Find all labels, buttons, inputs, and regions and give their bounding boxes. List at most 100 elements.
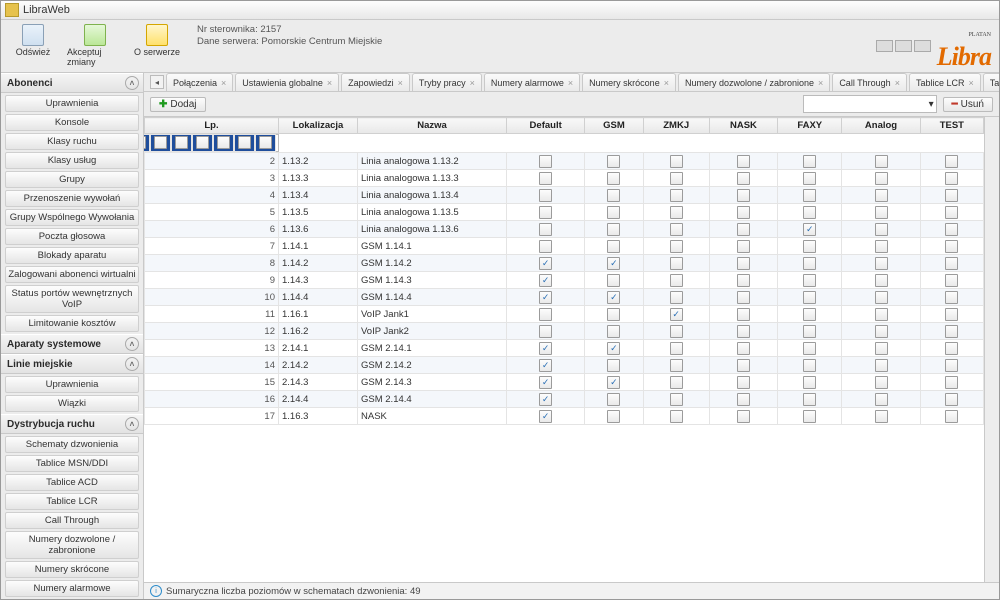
checkbox[interactable] (875, 274, 888, 287)
checkbox[interactable] (875, 189, 888, 202)
checkbox[interactable] (670, 189, 683, 202)
add-button[interactable]: ✚Dodaj (150, 97, 206, 112)
checkbox[interactable] (737, 206, 750, 219)
checkbox[interactable] (217, 136, 230, 149)
sidebar-item[interactable]: Numery skrócone (5, 561, 139, 578)
checkbox[interactable] (875, 223, 888, 236)
checkbox[interactable] (670, 291, 683, 304)
sidebar-item[interactable]: Numery alarmowe (5, 580, 139, 597)
table-row[interactable]: 81.14.2GSM 1.14.2 (145, 255, 984, 272)
checkbox[interactable] (539, 189, 552, 202)
checkbox[interactable] (607, 359, 620, 372)
toolbar-accept-button[interactable]: Akceptuj zmiany (67, 22, 123, 69)
sidebar-item[interactable]: Blokady aparatu (5, 247, 139, 264)
flag-pl-icon[interactable] (876, 40, 893, 52)
checkbox[interactable] (607, 393, 620, 406)
table-row[interactable]: 21.13.2Linia analogowa 1.13.2 (145, 153, 984, 170)
checkbox[interactable] (875, 206, 888, 219)
tab[interactable]: Numery skrócone× (582, 73, 676, 91)
checkbox[interactable] (539, 172, 552, 185)
checkbox[interactable] (803, 359, 816, 372)
checkbox[interactable] (539, 274, 552, 287)
col-header[interactable]: GSM (585, 118, 643, 134)
checkbox[interactable] (803, 393, 816, 406)
checkbox[interactable] (607, 342, 620, 355)
tab-scroll-left-icon[interactable]: ◂ (150, 75, 164, 89)
sidebar-section-header[interactable]: Linie miejskie˄ (1, 354, 143, 374)
table-row[interactable]: 11.13.1Linia analogowa 1.13.1 (145, 134, 279, 152)
checkbox[interactable] (144, 136, 146, 149)
checkbox[interactable] (945, 291, 958, 304)
sidebar-item[interactable]: Uprawnienia (5, 95, 139, 112)
table-row[interactable]: 132.14.1GSM 2.14.1 (145, 340, 984, 357)
checkbox[interactable] (945, 359, 958, 372)
checkbox[interactable] (607, 410, 620, 423)
table-row[interactable]: 142.14.2GSM 2.14.2 (145, 357, 984, 374)
sidebar-item[interactable]: Klasy usług (5, 152, 139, 169)
checkbox[interactable] (875, 257, 888, 270)
close-icon[interactable]: × (221, 78, 226, 88)
close-icon[interactable]: × (568, 78, 573, 88)
checkbox[interactable] (803, 376, 816, 389)
checkbox[interactable] (737, 240, 750, 253)
checkbox[interactable] (875, 376, 888, 389)
checkbox[interactable] (875, 308, 888, 321)
checkbox[interactable] (607, 257, 620, 270)
checkbox[interactable] (539, 393, 552, 406)
checkbox[interactable] (670, 308, 683, 321)
checkbox[interactable] (154, 136, 167, 149)
checkbox[interactable] (803, 172, 816, 185)
table-row[interactable]: 101.14.4GSM 1.14.4 (145, 289, 984, 306)
checkbox[interactable] (737, 342, 750, 355)
checkbox[interactable] (737, 291, 750, 304)
tab[interactable]: Zapowiedzi× (341, 73, 410, 91)
checkbox[interactable] (737, 155, 750, 168)
checkbox[interactable] (737, 189, 750, 202)
table-row[interactable]: 162.14.4GSM 2.14.4 (145, 391, 984, 408)
checkbox[interactable] (803, 291, 816, 304)
checkbox[interactable] (945, 325, 958, 338)
checkbox[interactable] (539, 223, 552, 236)
table-row[interactable]: 121.16.2VoIP Jank2 (145, 323, 984, 340)
checkbox[interactable] (607, 206, 620, 219)
checkbox[interactable] (539, 325, 552, 338)
checkbox[interactable] (607, 376, 620, 389)
checkbox[interactable] (670, 342, 683, 355)
col-header[interactable]: Nazwa (358, 118, 507, 134)
checkbox[interactable] (945, 308, 958, 321)
checkbox[interactable] (875, 325, 888, 338)
checkbox[interactable] (875, 359, 888, 372)
close-icon[interactable]: × (968, 78, 973, 88)
table-row[interactable]: 152.14.3GSM 2.14.3 (145, 374, 984, 391)
checkbox[interactable] (737, 274, 750, 287)
col-header[interactable]: ZMKJ (643, 118, 709, 134)
checkbox[interactable] (803, 240, 816, 253)
checkbox[interactable] (945, 410, 958, 423)
sidebar-item[interactable]: Tablice MSN/DDI (5, 455, 139, 472)
tab[interactable]: Tryby pracy× (412, 73, 482, 91)
sidebar-item[interactable]: Limitowanie kosztów (5, 315, 139, 332)
flag-en-icon[interactable] (895, 40, 912, 52)
checkbox[interactable] (670, 155, 683, 168)
grid-scroll[interactable]: Lp.LokalizacjaNazwaDefaultGSMZMKJNASKFAX… (144, 117, 984, 582)
close-icon[interactable]: × (664, 78, 669, 88)
col-header[interactable]: Default (507, 118, 585, 134)
table-row[interactable]: 71.14.1GSM 1.14.1 (145, 238, 984, 255)
close-icon[interactable]: × (895, 78, 900, 88)
table-row[interactable]: 51.13.5Linia analogowa 1.13.5 (145, 204, 984, 221)
checkbox[interactable] (945, 240, 958, 253)
remove-button[interactable]: ━Usuń (943, 97, 993, 112)
checkbox[interactable] (670, 206, 683, 219)
close-icon[interactable]: × (470, 78, 475, 88)
checkbox[interactable] (670, 325, 683, 338)
sidebar-item[interactable]: Poczta głosowa (5, 228, 139, 245)
checkbox[interactable] (875, 172, 888, 185)
checkbox[interactable] (803, 410, 816, 423)
sidebar-item[interactable]: Zalogowani abonenci wirtualni (5, 266, 139, 283)
col-header[interactable]: TEST (920, 118, 983, 134)
table-row[interactable]: 111.16.1VoIP Jank1 (145, 306, 984, 323)
checkbox[interactable] (670, 223, 683, 236)
tab[interactable]: Ustawienia globalne× (235, 73, 339, 91)
checkbox[interactable] (737, 410, 750, 423)
checkbox[interactable] (539, 308, 552, 321)
